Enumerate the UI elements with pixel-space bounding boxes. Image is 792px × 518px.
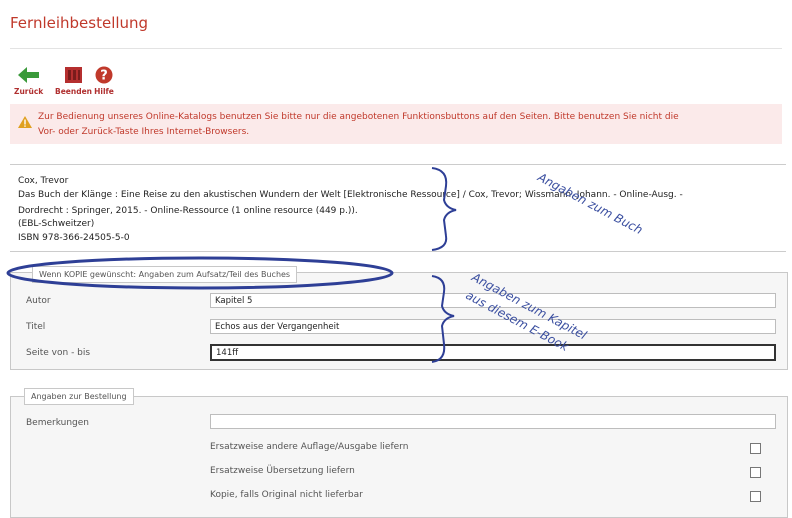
annotation-ellipse — [6, 256, 394, 290]
annotation-overlay — [6, 167, 457, 363]
chapter-brace — [431, 275, 455, 363]
book-brace — [431, 167, 457, 251]
